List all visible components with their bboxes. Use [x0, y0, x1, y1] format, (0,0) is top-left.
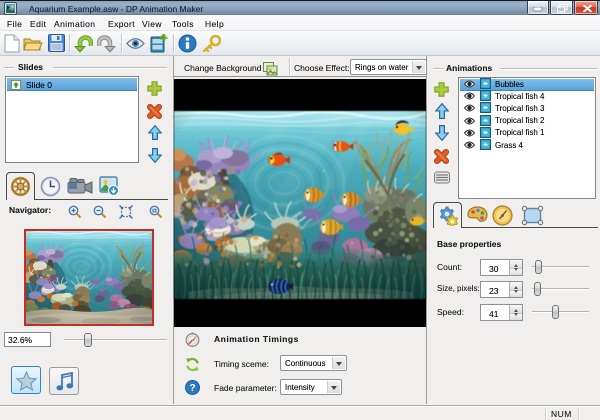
- svg-text:?: ?: [189, 383, 195, 394]
